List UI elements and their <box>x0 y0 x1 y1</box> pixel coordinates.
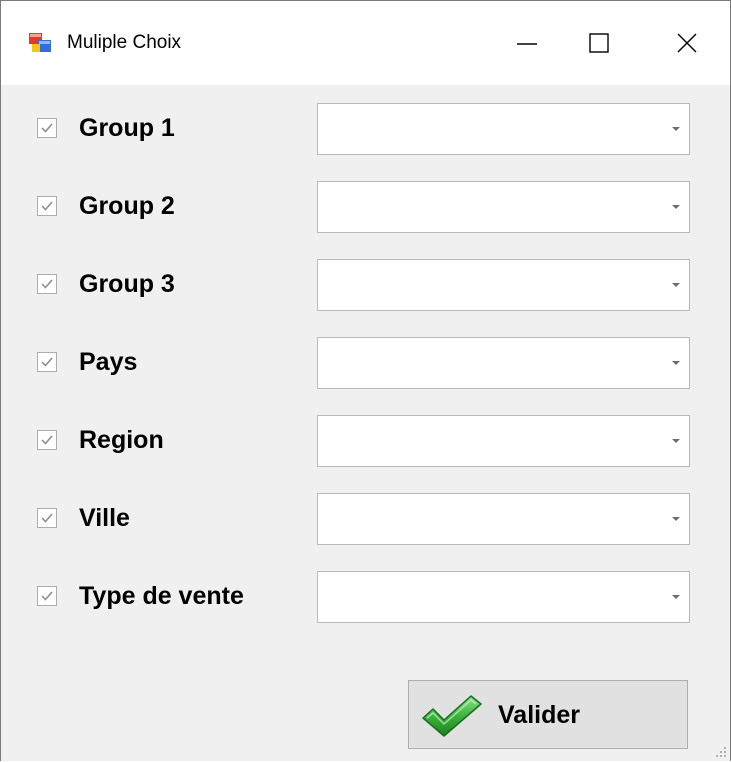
checkmark-icon <box>41 591 53 601</box>
minimize-icon <box>517 43 537 45</box>
pays-checkbox[interactable] <box>37 352 57 372</box>
group-1-combobox[interactable] <box>317 103 690 155</box>
field-row-type-de-vente: Type de vente <box>1 571 730 623</box>
pays-label: Pays <box>79 348 138 376</box>
checkmark-icon <box>41 123 53 133</box>
chevron-down-icon[interactable] <box>663 104 689 154</box>
chevron-down-icon[interactable] <box>663 416 689 466</box>
resize-grip-icon[interactable] <box>714 745 728 759</box>
checkmark-icon <box>41 435 53 445</box>
field-row-pays: Pays <box>1 337 730 389</box>
field-row-group-3: Group 3 <box>1 259 730 311</box>
app-window: Muliple Choix Group 1 Group 2 Group 3 Pa… <box>0 0 731 761</box>
region-label: Region <box>79 426 164 454</box>
field-row-region: Region <box>1 415 730 467</box>
group-2-combobox[interactable] <box>317 181 690 233</box>
checkmark-icon <box>41 513 53 523</box>
group-1-label: Group 1 <box>79 114 175 142</box>
chevron-down-icon[interactable] <box>663 182 689 232</box>
region-checkbox[interactable] <box>37 430 57 450</box>
region-combobox[interactable] <box>317 415 690 467</box>
chevron-down-icon[interactable] <box>663 260 689 310</box>
title-bar[interactable]: Muliple Choix <box>1 1 730 85</box>
field-row-group-2: Group 2 <box>1 181 730 233</box>
ville-label: Ville <box>79 504 130 532</box>
valider-button[interactable]: Valider <box>408 680 688 749</box>
group-1-checkbox[interactable] <box>37 118 57 138</box>
checkmark-icon <box>41 357 53 367</box>
valider-label: Valider <box>498 701 580 729</box>
form-body: Group 1 Group 2 Group 3 Pays Region Vill… <box>1 85 730 761</box>
green-checkmark-icon <box>421 694 483 743</box>
field-row-ville: Ville <box>1 493 730 545</box>
close-button[interactable] <box>643 1 730 85</box>
checkmark-icon <box>41 279 53 289</box>
group-2-label: Group 2 <box>79 192 175 220</box>
maximize-button[interactable] <box>553 1 645 85</box>
group-2-checkbox[interactable] <box>37 196 57 216</box>
group-3-checkbox[interactable] <box>37 274 57 294</box>
chevron-down-icon[interactable] <box>663 572 689 622</box>
ville-checkbox[interactable] <box>37 508 57 528</box>
chevron-down-icon[interactable] <box>663 338 689 388</box>
chevron-down-icon[interactable] <box>663 494 689 544</box>
checkmark-icon <box>41 201 53 211</box>
group-3-label: Group 3 <box>79 270 175 298</box>
app-icon <box>29 32 51 54</box>
group-3-combobox[interactable] <box>317 259 690 311</box>
window-title: Muliple Choix <box>67 32 182 53</box>
type-de-vente-checkbox[interactable] <box>37 586 57 606</box>
pays-combobox[interactable] <box>317 337 690 389</box>
type-de-vente-combobox[interactable] <box>317 571 690 623</box>
type-de-vente-label: Type de vente <box>79 582 244 610</box>
close-icon <box>677 33 696 53</box>
ville-combobox[interactable] <box>317 493 690 545</box>
maximize-icon <box>589 33 609 53</box>
field-row-group-1: Group 1 <box>1 103 730 155</box>
